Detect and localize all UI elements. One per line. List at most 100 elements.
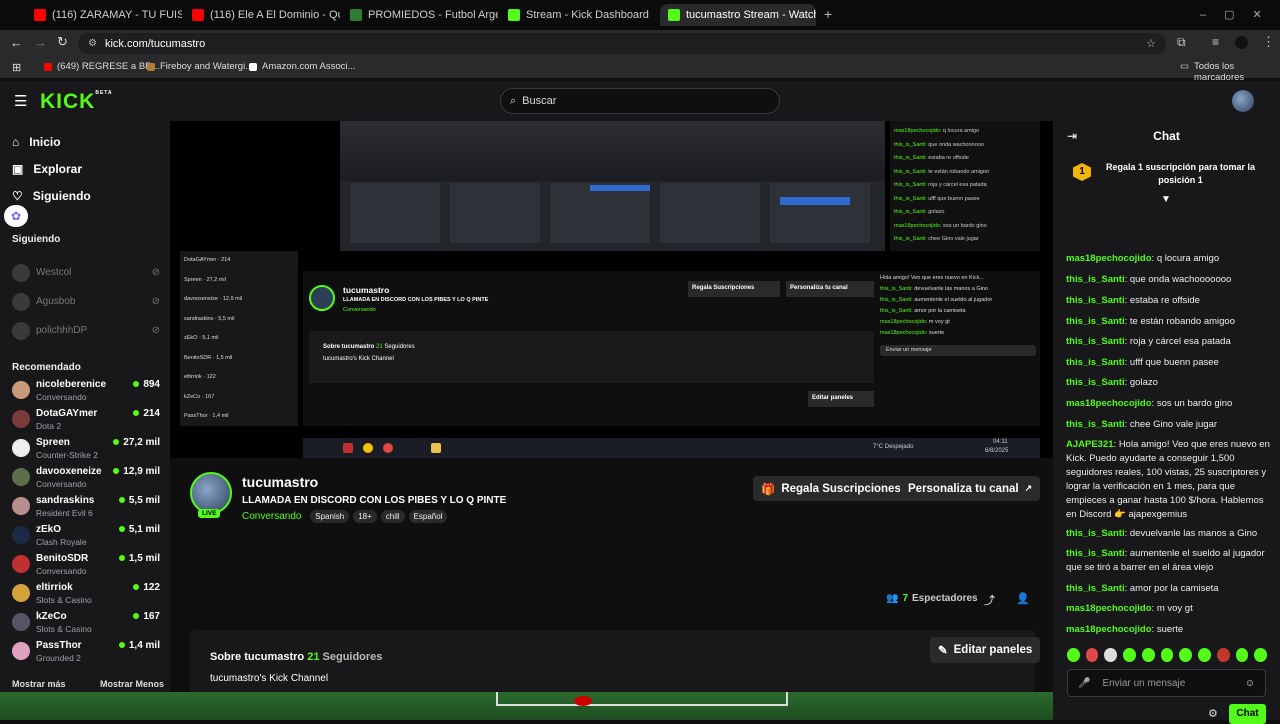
kick-site: ☰ KICKBETA ⌕ Buscar ⌂ Inicio ▣ Explorar ♡ S… xyxy=(0,81,1280,724)
following-list: Westcol ⊘ Agusbob ⊘ polichhhDP ⊘ xyxy=(12,258,160,345)
browser-menu-icon[interactable]: ⋮ xyxy=(1262,34,1275,50)
share-icon[interactable]: ⤴ xyxy=(984,592,995,608)
channel-name[interactable]: tucumastro xyxy=(242,474,318,490)
emote-icon[interactable] xyxy=(1123,648,1136,662)
emote-icon[interactable] xyxy=(1235,648,1249,662)
channel-avatar[interactable] xyxy=(190,472,232,514)
chat-message: this_is_Santi: chee Gino vale jugar xyxy=(1066,419,1218,430)
external-link-icon: ↗ xyxy=(1024,483,1033,493)
site-info-icon[interactable]: ⚙ xyxy=(88,38,97,49)
send-chat-button[interactable]: Chat xyxy=(1229,704,1266,724)
browser-tab-3[interactable]: PROMIEDOS - Futbol Argentina... ✕ xyxy=(342,4,498,26)
youtube-icon xyxy=(44,63,52,71)
emote-icon[interactable] xyxy=(1179,648,1193,662)
promiedos-icon xyxy=(350,9,362,21)
following-item[interactable]: Agusbob ⊘ xyxy=(12,287,160,316)
emote-icon[interactable] xyxy=(1254,648,1268,662)
gift-subs-button[interactable]: 🎁 Regala Suscripciones xyxy=(753,476,909,501)
tab-label: (116) ZARAMAY - TU FUISTE LA... xyxy=(52,9,182,21)
browser-tab-1[interactable]: (116) ZARAMAY - TU FUISTE LA... ✕ xyxy=(26,4,182,26)
profile-icon[interactable] xyxy=(1235,36,1248,49)
pinned-gift-message[interactable]: Regala 1 suscripción para tomar la posic… xyxy=(1103,161,1258,187)
recommended-item[interactable]: PassThor Grounded 2 1,4 mil xyxy=(12,638,160,666)
search-input[interactable]: Buscar xyxy=(522,95,556,107)
bookmark-item[interactable]: Amazon.com Associ... xyxy=(262,61,355,72)
browser-tab-2[interactable]: (116) Ele A El Dominio - Qu... ✕ xyxy=(184,4,340,26)
chat-message: this_is_Santi: te están robando amigoo xyxy=(1066,316,1235,327)
tag[interactable]: Español xyxy=(408,510,448,523)
chat-message: AJAPE321: Hola amigo! Veo que eres nuevo… xyxy=(1066,439,1270,520)
forward-icon[interactable]: → xyxy=(34,35,47,50)
browser-tab-4[interactable]: Stream - Kick Dashboard ✕ xyxy=(500,4,656,26)
kick-logo[interactable]: KICKBETA xyxy=(40,90,113,114)
emote-icon[interactable] xyxy=(1216,648,1230,662)
recommended-item[interactable]: Spreen Counter-Strike 2 27,2 mil xyxy=(12,435,160,463)
kick-icon xyxy=(508,9,520,21)
following-item[interactable]: polichhhDP ⊘ xyxy=(12,316,160,345)
recommended-item[interactable]: DotaGAYmer Dota 2 214 xyxy=(12,406,160,434)
edit-panels-button[interactable]: ✎ Editar paneles xyxy=(930,637,1041,663)
recommended-item[interactable]: kZeCo Slots & Casino 167 xyxy=(12,609,160,637)
search-bar[interactable]: ⌕ Buscar xyxy=(500,88,780,114)
emote-icon[interactable] xyxy=(1104,648,1118,662)
recommended-item[interactable]: sandraskins Resident Evil 6 5,5 mil xyxy=(12,493,160,521)
sidebar-item-explorar[interactable]: ▣ Explorar xyxy=(12,162,82,176)
emote-icon[interactable] xyxy=(1160,648,1174,662)
emote-icon[interactable] xyxy=(1085,648,1099,662)
all-bookmarks[interactable]: Todos los marcadores xyxy=(1194,61,1280,83)
chat-message: mas18pechocojido: suerte xyxy=(1066,624,1184,635)
video-player[interactable]: mas18pechocojido: q locura amigo this_is… xyxy=(170,121,1053,458)
recommended-item[interactable]: nicoleberenice Conversando 894 xyxy=(12,377,160,405)
offline-icon: ⊘ xyxy=(151,325,160,336)
reload-icon[interactable]: ↻ xyxy=(57,34,68,50)
microphone-icon[interactable]: 🎤 xyxy=(1078,678,1090,689)
recommended-item[interactable]: BenitoSDR Conversando 1,5 mil xyxy=(12,551,160,579)
recommended-item[interactable]: zEkO Clash Royale 5,1 mil xyxy=(12,522,160,550)
collapse-pinned-icon[interactable]: ▼ xyxy=(1161,194,1171,205)
customize-channel-button[interactable]: Personaliza tu canal ↗ xyxy=(900,476,1041,501)
tag[interactable]: chill xyxy=(380,510,405,523)
bookmark-item[interactable]: Fireboy and Watergi... xyxy=(160,61,253,72)
recommended-item[interactable]: eltirriok Slots & Casino 122 xyxy=(12,580,160,608)
offline-icon: ⊘ xyxy=(151,296,160,307)
emote-icon[interactable] xyxy=(1141,648,1155,662)
tag[interactable]: Spanish xyxy=(310,510,350,523)
chat-settings-icon[interactable]: ⚙ xyxy=(1208,707,1218,720)
show-less-link[interactable]: Mostrar Menos xyxy=(100,679,164,689)
tab-label: Stream - Kick Dashboard xyxy=(526,9,649,21)
user-menu-icon[interactable]: 👤 xyxy=(1016,592,1030,605)
user-avatar[interactable] xyxy=(1232,90,1254,112)
show-more-link[interactable]: Mostrar más xyxy=(12,679,66,689)
tag[interactable]: 18+ xyxy=(353,510,377,523)
hamburger-menu-icon[interactable]: ☰ xyxy=(14,92,27,110)
close-icon[interactable]: ✕ xyxy=(655,9,656,22)
sidebar-item-inicio[interactable]: ⌂ Inicio xyxy=(12,135,61,149)
bookmark-star-icon[interactable]: ☆ xyxy=(1146,37,1156,50)
emote-icon[interactable] xyxy=(1198,648,1211,662)
browser-tab-5[interactable]: tucumastro Stream - Watch Live... ✕ xyxy=(660,4,816,26)
extensions-icon[interactable]: ⧉ xyxy=(1177,35,1186,50)
tab-label: PROMIEDOS - Futbol Argentina... xyxy=(368,9,498,21)
bookmark-item[interactable]: (649) REGRESE a BR... xyxy=(57,61,160,72)
recommended-item[interactable]: davooxeneize Conversando 12,9 mil xyxy=(12,464,160,492)
back-icon[interactable]: ← xyxy=(10,35,23,50)
background-preview-strip xyxy=(0,692,1053,720)
url-field[interactable]: ⚙ kick.com/tucumastro ☆ xyxy=(78,33,1166,54)
window-controls[interactable]: –▢✕ xyxy=(1200,8,1280,21)
following-item[interactable]: Westcol ⊘ xyxy=(12,258,160,287)
emote-icon[interactable] xyxy=(1067,648,1080,662)
media-icon[interactable]: ≡ xyxy=(1212,35,1219,49)
emoji-icon[interactable]: ☺ xyxy=(1245,678,1255,689)
chat-input[interactable]: 🎤 Enviar un mensaje ☺ xyxy=(1067,669,1266,697)
top-nav: ☰ KICKBETA ⌕ Buscar xyxy=(0,81,1280,121)
apps-icon[interactable]: ⊞ xyxy=(12,61,21,74)
sidebar-item-siguiendo[interactable]: ♡ Siguiendo xyxy=(12,189,91,203)
stream-preview-taskbar: 7°C Despejado 04:11 6/8/2025 xyxy=(303,438,1040,458)
chat-message: this_is_Santi: estaba re offside xyxy=(1066,295,1200,306)
apps-toggle-icon[interactable]: ✿ xyxy=(4,205,28,227)
recommended-header: Recomendado xyxy=(12,362,81,373)
new-tab-icon[interactable]: + xyxy=(824,6,832,22)
category-link[interactable]: Conversando xyxy=(242,511,301,522)
browser-tab-strip: (116) ZARAMAY - TU FUISTE LA... ✕ (116) … xyxy=(0,0,1280,30)
tab-label: tucumastro Stream - Watch Live... xyxy=(686,9,816,21)
